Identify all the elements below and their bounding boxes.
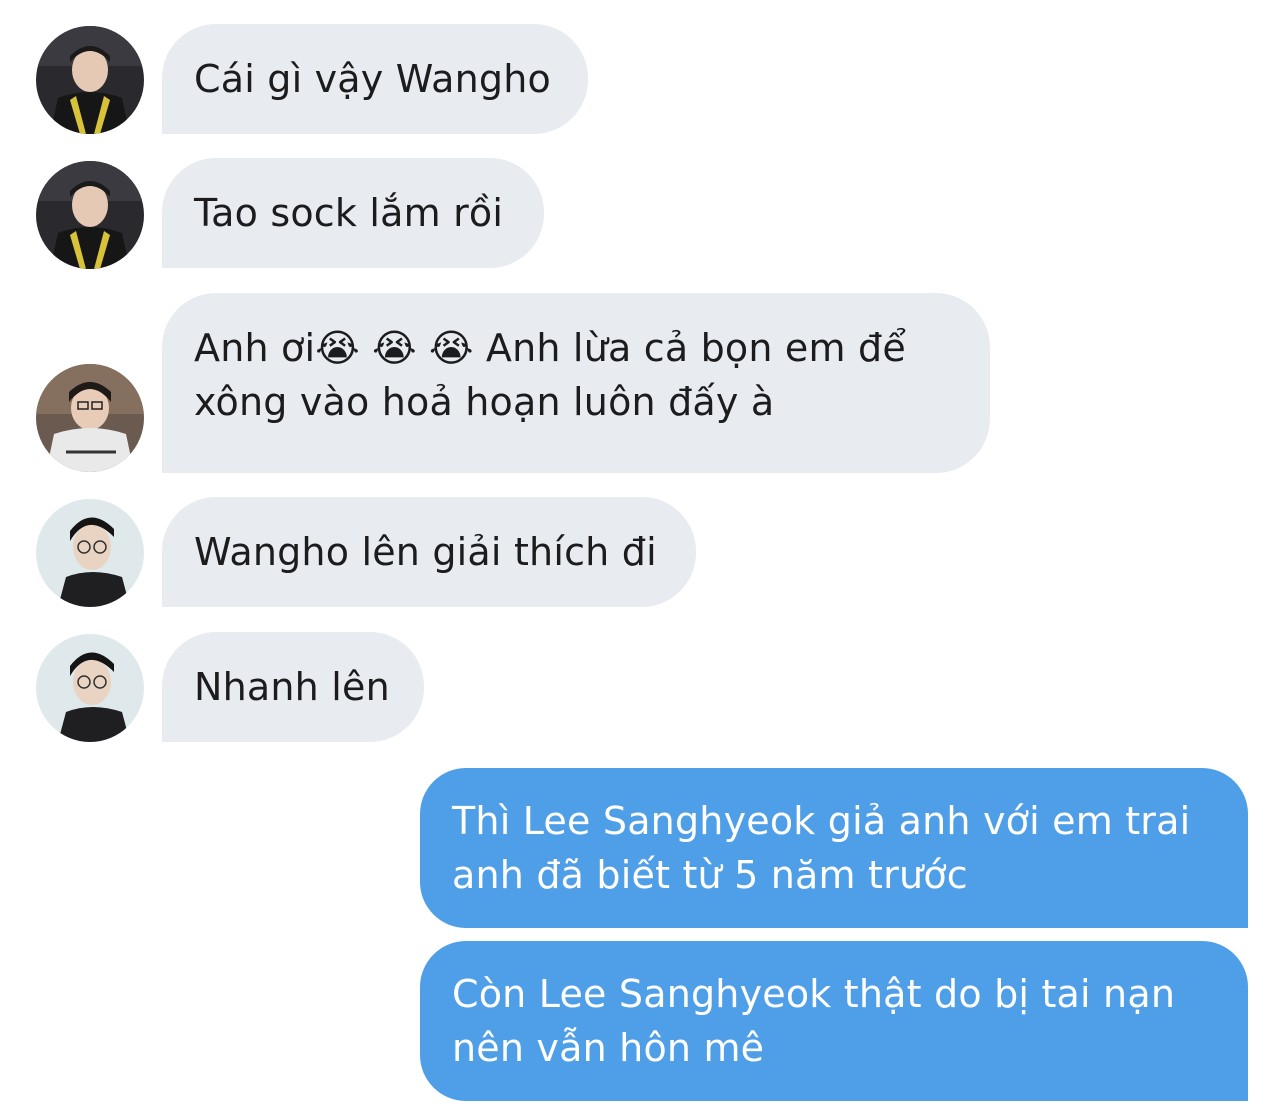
message-bubble[interactable]: Anh ơi😭 😭 😭 Anh lừa cả bọn em để xông và… bbox=[162, 293, 990, 473]
avatar-photo-1 bbox=[36, 161, 144, 269]
avatar[interactable] bbox=[36, 499, 144, 607]
message-bubble[interactable]: Cái gì vậy Wangho bbox=[162, 24, 588, 134]
avatar[interactable] bbox=[36, 26, 144, 134]
message-bubble[interactable]: Tao sock lắm rồi bbox=[162, 158, 544, 268]
message-bubble[interactable]: Wangho lên giải thích đi bbox=[162, 497, 696, 607]
message-bubble[interactable]: Nhanh lên bbox=[162, 632, 424, 742]
message-bubble-outgoing[interactable]: Thì Lee Sanghyeok giả anh với em trai an… bbox=[420, 768, 1248, 928]
chat-thread: Cái gì vậy Wangho Tao sock lắm rồi Anh ơ… bbox=[0, 0, 1284, 1112]
avatar-photo-3 bbox=[36, 634, 144, 742]
avatar[interactable] bbox=[36, 161, 144, 269]
avatar-photo-1 bbox=[36, 26, 144, 134]
avatar[interactable] bbox=[36, 634, 144, 742]
avatar[interactable] bbox=[36, 364, 144, 472]
avatar-photo-2 bbox=[36, 364, 144, 472]
message-bubble-outgoing[interactable]: Còn Lee Sanghyeok thật do bị tai nạn nên… bbox=[420, 941, 1248, 1101]
avatar-photo-3 bbox=[36, 499, 144, 607]
